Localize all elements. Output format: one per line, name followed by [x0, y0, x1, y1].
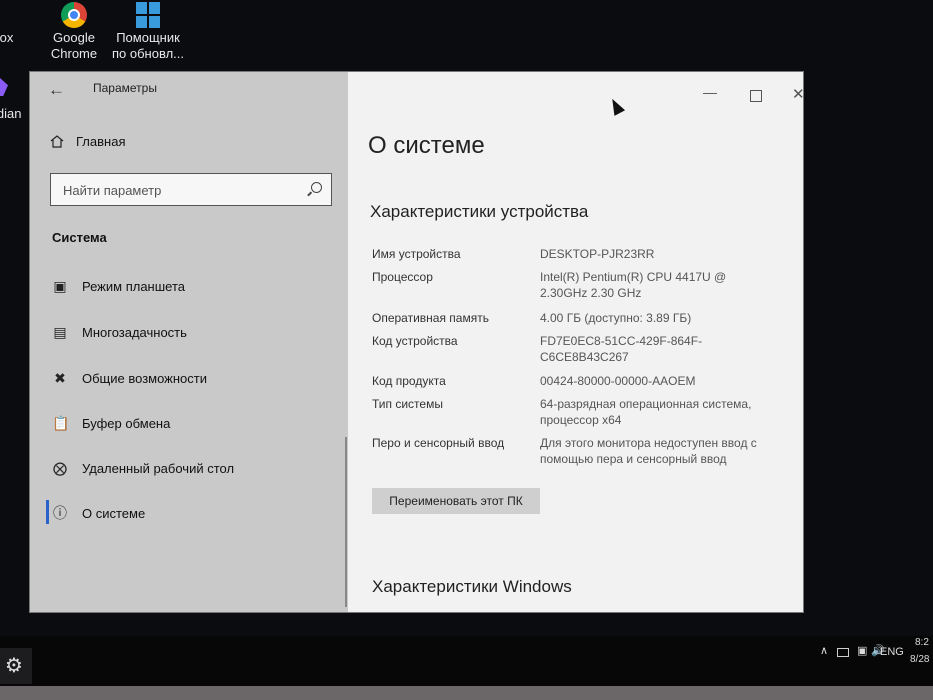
minimize-button[interactable]: —: [703, 84, 717, 100]
device-specs-title: Характеристики устройства: [370, 202, 589, 221]
spec-value: 64-разрядная операционная система, проце…: [540, 397, 752, 427]
sidebar-item-home[interactable]: Главная: [50, 134, 125, 149]
clock-time[interactable]: 8:2: [915, 637, 929, 648]
spec-value: Intel(R) Pentium(R) CPU 4417U @ 2.30GHz …: [540, 270, 727, 300]
sidebar-item-tablet-mode[interactable]: ▣ Режим планшета: [52, 275, 185, 297]
rename-pc-button[interactable]: Переименовать этот ПК: [372, 488, 540, 514]
desktop-icon-label: idian: [0, 106, 22, 121]
sidebar-section-title: Система: [52, 230, 107, 245]
sidebar-item-about[interactable]: ⓘ О системе: [52, 502, 145, 524]
home-icon: [50, 135, 64, 148]
sidebar-item-label: Многозадачность: [82, 324, 187, 340]
desktop-icon-update-assistant[interactable]: Помощник по обновл...: [112, 2, 184, 62]
chrome-icon: [61, 2, 87, 28]
windows-specs-title: Характеристики Windows: [372, 577, 572, 596]
back-arrow-icon[interactable]: ←: [48, 80, 65, 100]
desktop-icon-chrome[interactable]: Google Chrome: [44, 2, 104, 62]
sidebar-scrollbar[interactable]: [345, 437, 347, 607]
close-button[interactable]: ✕: [792, 85, 805, 103]
spec-value: Для этого монитора недоступен ввод с пом…: [540, 436, 757, 466]
sidebar-item-label: Буфер обмена: [82, 415, 171, 431]
spec-value: 00424-80000-00000-AAOEM: [540, 374, 696, 388]
spec-key: Процессор: [372, 270, 433, 284]
multitasking-icon: ▤: [53, 324, 67, 340]
spec-key: Имя устройства: [372, 247, 461, 261]
clock-date[interactable]: 8/28: [910, 654, 929, 665]
spec-key: Код устройства: [372, 334, 458, 348]
app-title: Параметры: [93, 81, 157, 95]
chevron-up-icon[interactable]: ∧: [820, 644, 828, 657]
obsidian-icon: [0, 78, 8, 96]
spec-key: Тип системы: [372, 397, 443, 411]
sidebar-item-label: Удаленный рабочий стол: [82, 460, 235, 476]
remote-desktop-icon: ⨂: [53, 460, 67, 476]
sidebar-item-label: Главная: [76, 134, 126, 149]
spec-value: FD7E0EC8-51CC-429F-864F- C6CE8B43C267: [540, 334, 703, 364]
info-icon: ⓘ: [53, 505, 67, 521]
spec-value: 4.00 ГБ (доступно: 3.89 ГБ): [540, 311, 692, 325]
language-indicator[interactable]: ENG: [880, 646, 904, 658]
laptop-bezel: [0, 686, 933, 700]
maximize-button[interactable]: [750, 90, 762, 102]
content-pane: — ✕ О системе Характеристики устройства …: [348, 72, 805, 612]
desktop-icon-label: fox: [0, 30, 14, 45]
network-icon[interactable]: ▣: [857, 644, 867, 657]
desktop-icon-obsidian[interactable]: idian: [0, 78, 26, 121]
settings-gear-icon[interactable]: ⚙: [0, 648, 32, 684]
sidebar-item-label: Общие возможности: [82, 370, 208, 386]
page-title: О системе: [368, 132, 485, 159]
desktop-icon-label: Google Chrome: [50, 30, 98, 61]
sidebar: ← Параметры Главная Система ▣ Режим план…: [30, 72, 348, 612]
sidebar-item-label: Режим планшета: [82, 278, 185, 294]
search-input[interactable]: [61, 174, 305, 206]
tablet-mode-icon: ▣: [53, 278, 67, 294]
sidebar-item-remote-desktop[interactable]: ⨂ Удаленный рабочий стол: [52, 457, 234, 479]
sidebar-item-clipboard[interactable]: 📋 Буфер обмена: [52, 412, 170, 434]
mouse-cursor-icon: [606, 96, 626, 116]
spec-value: DESKTOP-PJR23RR: [540, 247, 655, 261]
shared-experiences-icon: ✖: [54, 370, 66, 386]
sidebar-item-shared-experiences[interactable]: ✖ Общие возможности: [52, 367, 207, 389]
search-icon[interactable]: [311, 182, 322, 193]
settings-window: ← Параметры Главная Система ▣ Режим план…: [30, 72, 805, 612]
search-box[interactable]: [50, 173, 332, 206]
clipboard-icon: 📋: [52, 415, 70, 431]
sidebar-item-multitasking[interactable]: ▤ Многозадачность: [52, 321, 187, 343]
sidebar-item-label: О системе: [82, 505, 146, 521]
desktop-icon-label: Помощник по обновл...: [112, 30, 184, 61]
taskbar: ⚙ ∧ ▣ 🔊 ENG 8:2 8/28: [0, 636, 933, 686]
windows-update-icon: [136, 2, 160, 28]
spec-key: Перо и сенсорный ввод: [372, 436, 505, 450]
spec-key: Оперативная память: [372, 311, 489, 325]
battery-icon[interactable]: [837, 648, 849, 657]
spec-key: Код продукта: [372, 374, 446, 388]
active-indicator: [46, 500, 49, 524]
